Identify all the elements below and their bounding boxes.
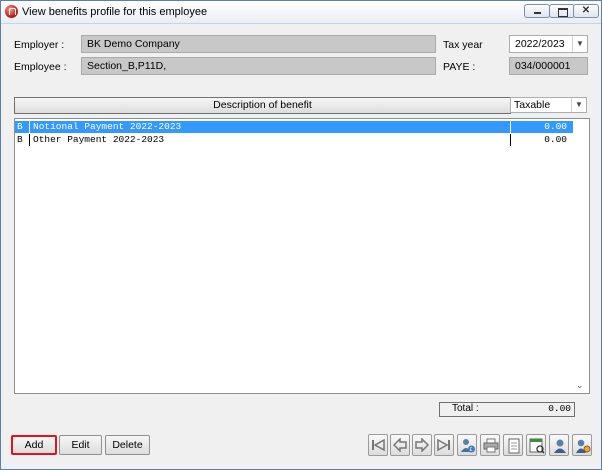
employer-field: BK Demo Company bbox=[81, 35, 436, 53]
description-column-header[interactable]: Description of benefit bbox=[14, 97, 511, 114]
report-view-icon bbox=[529, 438, 545, 454]
person-pound-icon: £ bbox=[461, 439, 475, 453]
next-record-icon bbox=[415, 438, 429, 452]
taxable-filter-select[interactable]: Taxable ▼ bbox=[510, 97, 587, 113]
print-icon bbox=[483, 438, 499, 453]
tax-year-select[interactable]: 2022/2023 ▼ bbox=[509, 35, 588, 53]
user-settings-button[interactable] bbox=[572, 434, 592, 456]
total-box: Total : 0.00 bbox=[439, 402, 575, 417]
chevron-down-icon[interactable]: ▼ bbox=[572, 36, 587, 52]
close-button[interactable]: ✕ bbox=[573, 4, 599, 18]
edit-button[interactable]: Edit bbox=[59, 435, 102, 455]
next-record-button[interactable] bbox=[412, 434, 432, 456]
app-icon bbox=[5, 5, 18, 18]
total-value: 0.00 bbox=[548, 403, 571, 414]
maximize-icon bbox=[550, 5, 574, 17]
notepad-icon bbox=[508, 438, 520, 454]
print-button[interactable] bbox=[480, 434, 500, 456]
report-view-button[interactable] bbox=[526, 434, 546, 456]
employee-field: Section_B,P11D, bbox=[81, 57, 436, 75]
last-record-button[interactable] bbox=[434, 434, 454, 456]
benefits-window: View benefits profile for this employee … bbox=[0, 0, 602, 470]
person-pound-button[interactable]: £ bbox=[457, 434, 477, 456]
last-record-icon bbox=[437, 438, 450, 452]
benefit-amount: 0.00 bbox=[544, 134, 567, 145]
maximize-button[interactable] bbox=[549, 4, 575, 18]
minimize-icon bbox=[525, 5, 549, 17]
tax-year-value: 2022/2023 bbox=[515, 38, 565, 50]
minimize-button[interactable] bbox=[524, 4, 550, 18]
benefit-amount: 0.00 bbox=[544, 121, 567, 132]
benefit-description: Notional Payment 2022-2023 bbox=[33, 121, 182, 132]
first-record-icon bbox=[372, 438, 385, 452]
benefit-code: B bbox=[17, 134, 23, 145]
tax-year-label: Tax year bbox=[443, 39, 483, 51]
scroll-down-icon[interactable]: ⌄ bbox=[576, 380, 584, 391]
paye-field: 034/000001 bbox=[509, 57, 588, 75]
notepad-button[interactable] bbox=[503, 434, 523, 456]
benefits-list[interactable]: B Notional Payment 2022-2023 0.00 B Othe… bbox=[14, 118, 590, 394]
user-icon bbox=[554, 439, 566, 453]
previous-record-icon bbox=[393, 438, 407, 452]
employee-label: Employee : bbox=[14, 61, 67, 73]
user-button[interactable] bbox=[549, 434, 569, 456]
add-button[interactable]: Add bbox=[11, 435, 57, 455]
svg-text:£: £ bbox=[470, 447, 473, 453]
vertical-scrollbar[interactable]: ⌄ bbox=[573, 119, 589, 393]
taxable-filter-value: Taxable bbox=[514, 99, 551, 111]
delete-button[interactable]: Delete bbox=[105, 435, 150, 455]
window-title: View benefits profile for this employee bbox=[22, 6, 208, 18]
previous-record-button[interactable] bbox=[390, 434, 410, 456]
benefit-description: Other Payment 2022-2023 bbox=[33, 134, 165, 145]
user-settings-icon bbox=[576, 439, 591, 453]
close-icon: ✕ bbox=[581, 5, 591, 16]
first-record-button[interactable] bbox=[368, 434, 388, 456]
employer-label: Employer : bbox=[14, 39, 65, 51]
paye-label: PAYE : bbox=[443, 61, 476, 73]
title-bar: View benefits profile for this employee … bbox=[1, 1, 601, 24]
benefit-code: B bbox=[17, 121, 23, 132]
chevron-down-icon[interactable]: ▼ bbox=[571, 98, 586, 112]
total-label: Total : bbox=[452, 403, 479, 414]
list-item[interactable]: B Other Payment 2022-2023 0.00 bbox=[15, 134, 575, 146]
list-item[interactable]: B Notional Payment 2022-2023 0.00 bbox=[15, 121, 575, 133]
